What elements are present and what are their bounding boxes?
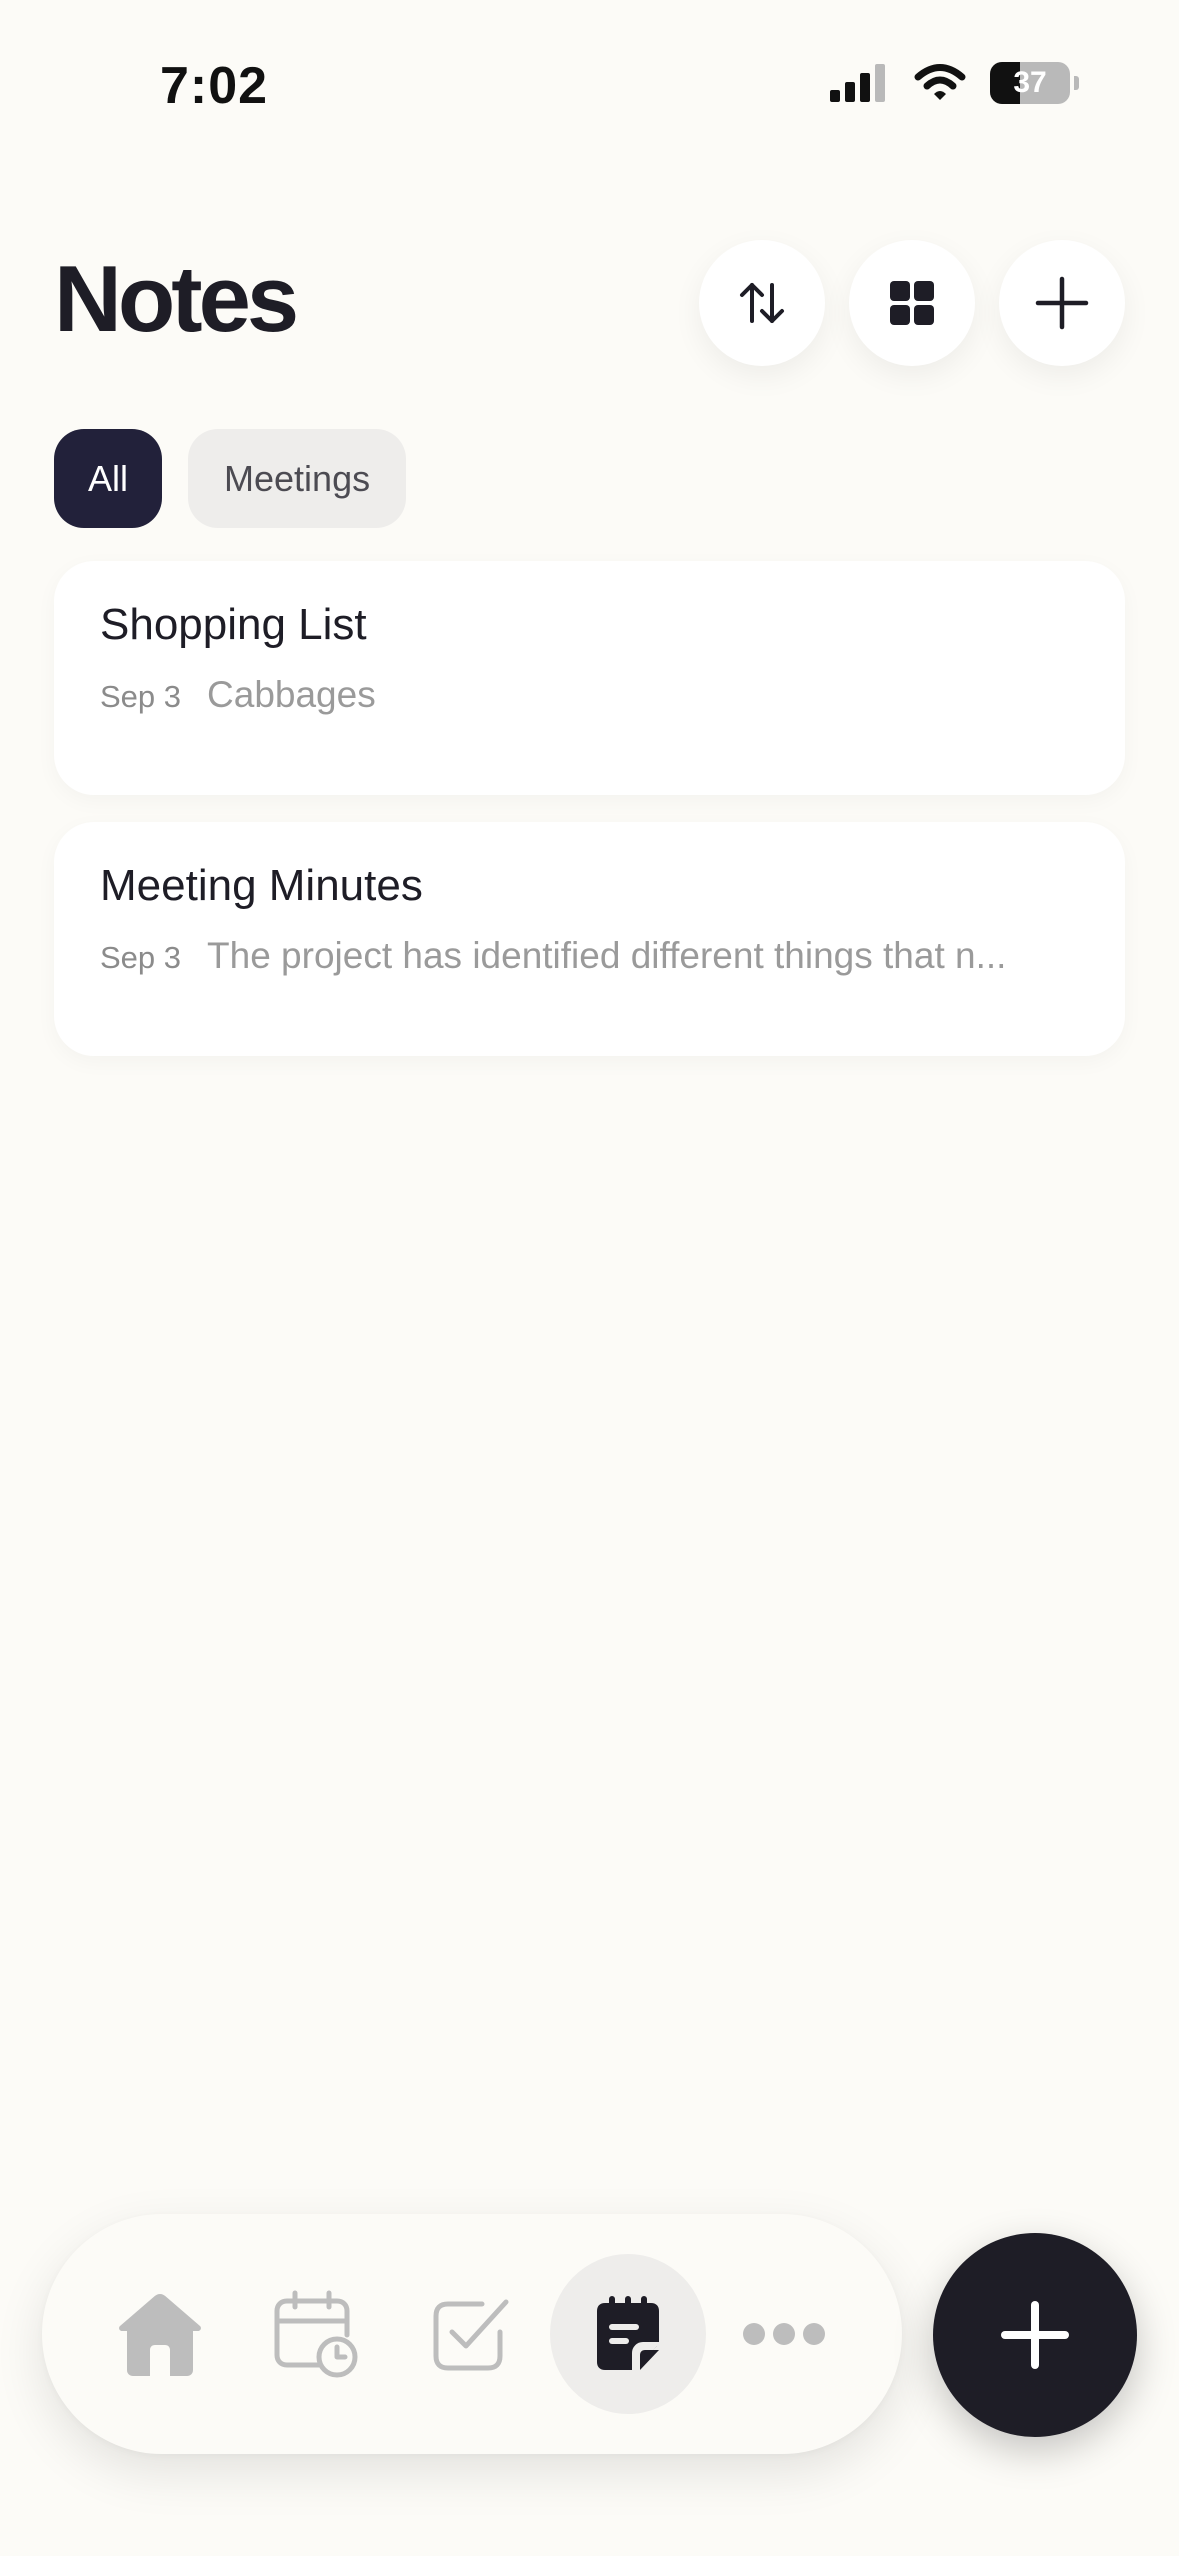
filter-chips: All Meetings [54,429,407,528]
sort-button[interactable] [699,240,825,366]
calendar-clock-icon [274,2290,358,2378]
add-note-button[interactable] [999,240,1125,366]
note-snippet: Cabbages [207,673,376,715]
fab-add-button[interactable] [933,2233,1137,2437]
notes-icon [597,2296,659,2370]
note-title: Shopping List [100,600,367,649]
nav-home[interactable] [82,2254,238,2414]
plus-icon [1001,2301,1069,2369]
note-date: Sep 3 [100,939,182,975]
nav-tasks[interactable] [394,2254,550,2414]
notes-list: Shopping List Sep 3 Cabbages Meeting Min… [54,561,1125,1083]
bottom-nav [42,2214,902,2454]
note-date: Sep 3 [100,678,182,714]
wifi-icon [914,64,966,100]
sort-icon [740,283,784,323]
note-card[interactable]: Shopping List Sep 3 Cabbages [54,561,1125,795]
grid-view-icon [890,281,934,325]
signal-icon [830,64,885,102]
header-actions [699,240,1125,366]
filter-chip-meetings[interactable]: Meetings [188,429,407,528]
more-icon [743,2323,825,2345]
battery-level: 37 [1013,66,1047,99]
nav-notes[interactable] [550,2254,706,2414]
status-icons: 37 [830,62,1079,104]
nav-more[interactable] [706,2254,862,2414]
status-time: 7:02 [160,57,269,115]
home-icon [119,2294,201,2376]
nav-schedule[interactable] [238,2254,394,2414]
note-snippet: The project has identified different thi… [207,934,1007,976]
filter-chip-all[interactable]: All [54,429,163,528]
note-meta: Sep 3 The project has identified differe… [100,935,1079,977]
note-card[interactable]: Meeting Minutes Sep 3 The project has id… [54,822,1125,1056]
page-title: Notes [54,246,299,351]
add-icon [1035,276,1089,330]
note-meta: Sep 3 Cabbages [100,674,1079,716]
battery-icon: 37 [990,62,1070,104]
battery-cap [1074,76,1079,90]
notes-screen: 7:02 37 Notes All Meetings Shopping List… [0,0,1179,2556]
task-check-icon [433,2299,509,2371]
grid-view-button[interactable] [849,240,975,366]
note-title: Meeting Minutes [100,861,423,910]
